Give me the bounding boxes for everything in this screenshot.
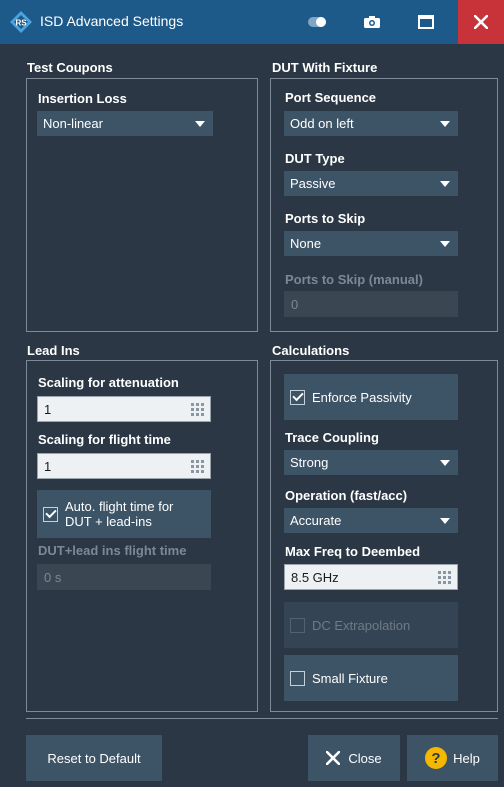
scaling-flight-time-label: Scaling for flight time <box>38 432 171 447</box>
dut-lead-flight-time-input: 0 s <box>37 564 211 590</box>
lead-ins-title: Lead Ins <box>27 343 80 358</box>
scaling-attenuation-value: 1 <box>44 401 52 417</box>
operation-label: Operation (fast/acc) <box>285 488 408 503</box>
checkbox-unchecked-icon <box>290 617 305 633</box>
scaling-flight-time-value: 1 <box>44 458 52 474</box>
chevron-down-icon <box>195 120 205 127</box>
trace-coupling-combo[interactable]: Strong <box>284 450 458 475</box>
calculations-title: Calculations <box>272 343 350 358</box>
svg-text:?: ? <box>432 750 441 767</box>
trace-coupling-label: Trace Coupling <box>285 430 379 445</box>
ports-to-skip-manual-label: Ports to Skip (manual) <box>285 272 423 287</box>
checkbox-unchecked-icon <box>290 670 305 686</box>
insertion-loss-combo[interactable]: Non-linear <box>37 111 213 136</box>
ports-to-skip-label: Ports to Skip <box>285 211 366 226</box>
max-freq-label: Max Freq to Deembed <box>285 544 421 559</box>
dut-type-combo[interactable]: Passive <box>284 171 458 196</box>
test-coupons-title: Test Coupons <box>27 60 113 75</box>
checkbox-checked-icon <box>290 389 305 405</box>
keypad-icon[interactable] <box>191 459 204 473</box>
rs-logo-icon: RS <box>10 11 32 33</box>
help-icon: ? <box>425 747 448 769</box>
window-title: ISD Advanced Settings <box>40 13 184 29</box>
svg-text:RS: RS <box>15 19 27 28</box>
port-sequence-label: Port Sequence <box>285 90 377 105</box>
chevron-down-icon <box>440 240 450 247</box>
ports-to-skip-combo[interactable]: None <box>284 231 458 256</box>
auto-flight-time-label-line2: DUT + lead-ins <box>65 514 152 529</box>
camera-icon[interactable] <box>350 0 394 44</box>
help-label: Help <box>453 750 480 766</box>
ports-to-skip-value: None <box>290 236 322 251</box>
close-button[interactable]: Close <box>308 735 400 781</box>
auto-flight-time-label: Auto. flight time for DUT + lead-ins <box>65 499 173 529</box>
checkbox-checked-icon <box>43 506 58 522</box>
close-icon <box>326 751 341 765</box>
enforce-passivity-checkbox[interactable]: Enforce Passivity <box>284 374 458 420</box>
chevron-down-icon <box>440 120 450 127</box>
small-fixture-label: Small Fixture <box>312 670 388 686</box>
dc-extrapolation-checkbox: DC Extrapolation <box>284 602 458 648</box>
ports-to-skip-manual-input: 0 <box>284 291 458 317</box>
chevron-down-icon <box>440 180 450 187</box>
scaling-flight-time-input[interactable]: 1 <box>37 453 211 479</box>
footer-divider <box>26 718 498 719</box>
operation-value: Accurate <box>290 513 342 528</box>
auto-flight-time-label-line1: Auto. flight time for <box>65 499 174 514</box>
dut-with-fixture-title: DUT With Fixture <box>272 60 378 75</box>
chevron-down-icon <box>440 517 450 524</box>
keypad-icon[interactable] <box>438 570 451 584</box>
toggle-icon[interactable] <box>296 0 340 44</box>
dut-lead-flight-time-value: 0 s <box>44 569 62 585</box>
port-sequence-value: Odd on left <box>290 116 354 131</box>
trace-coupling-value: Strong <box>290 455 329 470</box>
dc-extrapolation-label: DC Extrapolation <box>312 617 411 633</box>
small-fixture-checkbox[interactable]: Small Fixture <box>284 655 458 701</box>
port-sequence-combo[interactable]: Odd on left <box>284 111 458 136</box>
insertion-loss-value: Non-linear <box>43 116 103 131</box>
close-icon[interactable] <box>458 0 504 44</box>
maximize-icon[interactable] <box>404 0 448 44</box>
dut-type-label: DUT Type <box>285 151 345 166</box>
max-freq-value: 8.5 GHz <box>291 569 339 585</box>
help-button[interactable]: ? Help <box>407 735 498 781</box>
insertion-loss-label: Insertion Loss <box>38 91 127 106</box>
dut-type-value: Passive <box>290 176 336 191</box>
reset-to-default-button[interactable]: Reset to Default <box>26 735 162 781</box>
ports-to-skip-manual-value: 0 <box>291 296 299 312</box>
scaling-attenuation-input[interactable]: 1 <box>37 396 211 422</box>
scaling-attenuation-label: Scaling for attenuation <box>38 375 179 390</box>
enforce-passivity-label: Enforce Passivity <box>312 389 412 405</box>
chevron-down-icon <box>440 459 450 466</box>
reset-to-default-label: Reset to Default <box>47 750 141 766</box>
close-label: Close <box>348 750 382 766</box>
auto-flight-time-checkbox[interactable]: Auto. flight time for DUT + lead-ins <box>37 490 211 538</box>
keypad-icon[interactable] <box>191 402 204 416</box>
dut-lead-flight-time-label: DUT+lead ins flight time <box>38 543 187 558</box>
operation-combo[interactable]: Accurate <box>284 508 458 533</box>
max-freq-input[interactable]: 8.5 GHz <box>284 564 458 590</box>
